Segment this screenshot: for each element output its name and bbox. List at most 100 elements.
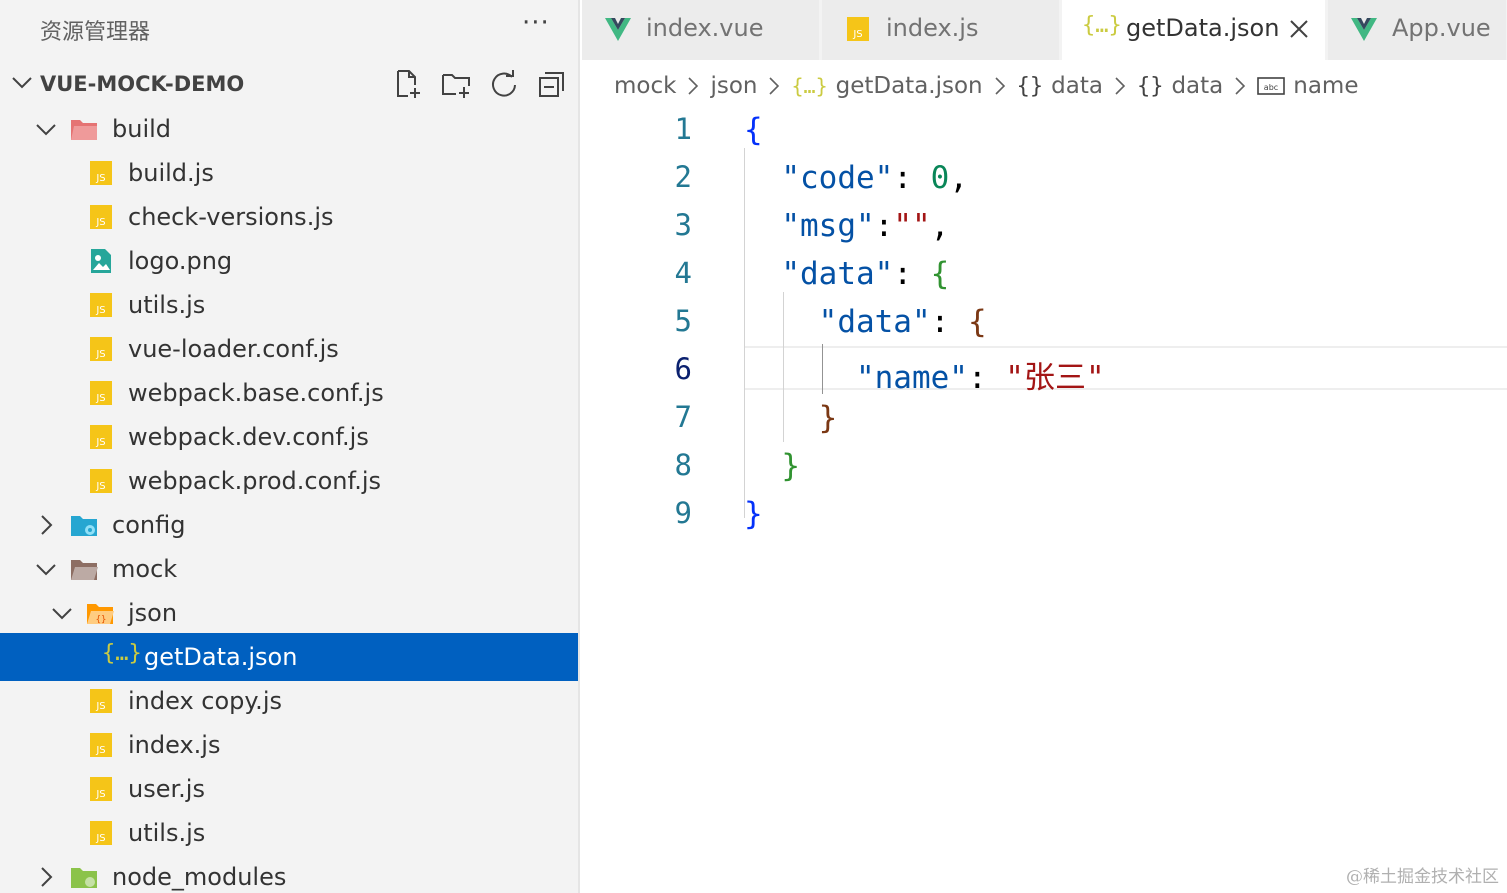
line-number: 8 <box>674 448 692 482</box>
code-line-8: } <box>744 448 800 484</box>
tree-file-utils-js[interactable]: JS utils.js <box>0 283 578 327</box>
js-file-icon: JS <box>90 337 112 361</box>
tree-file-index-copy-js[interactable]: JS index copy.js <box>0 679 578 723</box>
breadcrumb-item-name[interactable]: abc name <box>1257 73 1359 99</box>
js-icon: JS <box>847 17 869 41</box>
json-number: 0 <box>930 160 950 196</box>
chevron-down-icon <box>52 608 72 620</box>
svg-text:JS: JS <box>95 745 105 756</box>
tree-file-webpack-prod-conf-js[interactable]: JS webpack.prod.conf.js <box>0 459 578 503</box>
close-icon[interactable] <box>1288 18 1310 40</box>
explorer-header: 资源管理器 ··· <box>0 0 578 58</box>
tree-file-webpack-base-conf-js[interactable]: JS webpack.base.conf.js <box>0 371 578 415</box>
tree-folder-build[interactable]: build <box>0 107 578 151</box>
vue-icon <box>605 18 631 41</box>
chevron-down-icon <box>12 77 32 89</box>
code-line-5: "data": { <box>818 304 987 340</box>
line-number: 1 <box>674 112 692 146</box>
js-file-icon: JS <box>90 469 112 493</box>
brace: { <box>744 112 763 148</box>
brace: { <box>930 256 950 292</box>
brace: } <box>744 496 763 532</box>
breadcrumb-item-data[interactable]: {} data <box>1017 73 1103 99</box>
tree-file-logo-png[interactable]: logo.png <box>0 239 578 283</box>
tab-app-vue[interactable]: App.vue <box>1328 0 1507 60</box>
tab-label: App.vue <box>1392 14 1491 42</box>
code-editor[interactable]: 1 2 3 4 5 6 7 8 9 { "code": 0, "msg":"",… <box>582 106 1507 893</box>
more-actions-icon[interactable]: ··· <box>522 8 550 38</box>
svg-text:JS: JS <box>95 481 105 492</box>
tree-file-vue-loader-conf-js[interactable]: JS vue-loader.conf.js <box>0 327 578 371</box>
breadcrumb: mock json {…} getData.json {} data {} da… <box>614 68 1359 104</box>
code-line-6: "name": "张三" <box>855 360 1105 396</box>
tree-file-check-versions-js[interactable]: JS check-versions.js <box>0 195 578 239</box>
json-key: "msg" <box>781 208 875 244</box>
tree-item-label: webpack.dev.conf.js <box>128 423 369 451</box>
svg-text:abc: abc <box>1264 83 1278 92</box>
watermark: @稀土掘金技术社区 <box>1346 867 1499 887</box>
breadcrumb-item-json[interactable]: json <box>710 73 757 99</box>
svg-text:JS: JS <box>95 437 105 448</box>
breadcrumb-item-mock[interactable]: mock <box>614 73 676 99</box>
chevron-right-icon <box>41 515 53 535</box>
breadcrumb-label: data <box>1171 73 1224 99</box>
line-number: 3 <box>674 208 692 242</box>
line-number: 4 <box>674 256 692 290</box>
tree-file-getdata-json[interactable]: {…} getData.json <box>0 633 578 681</box>
tree-item-label: build.js <box>128 159 214 187</box>
breadcrumb-item-getdata-json[interactable]: {…} getData.json <box>791 73 982 99</box>
line-number: 5 <box>674 304 692 338</box>
json-string: "张三" <box>1005 360 1105 396</box>
tab-label: index.js <box>886 14 979 42</box>
object-icon: {} <box>1136 73 1164 99</box>
svg-text:JS: JS <box>95 305 105 316</box>
tree-folder-mock[interactable]: mock <box>0 547 578 591</box>
explorer-title: 资源管理器 <box>40 20 151 45</box>
svg-text:JS: JS <box>852 29 862 40</box>
js-file-icon: JS <box>90 777 112 801</box>
svg-text:{}: {} <box>96 615 107 625</box>
brace: { <box>967 304 987 340</box>
chevron-right-icon <box>1115 77 1126 95</box>
svg-text:JS: JS <box>95 349 105 360</box>
json-key: "data" <box>818 304 931 340</box>
tree-item-label: vue-loader.conf.js <box>128 335 339 363</box>
tree-file-index-js[interactable]: JS index.js <box>0 723 578 767</box>
js-file-icon: JS <box>90 293 112 317</box>
tree-folder-config[interactable]: config <box>0 503 578 547</box>
new-folder-icon[interactable] <box>440 68 472 100</box>
folder-open-icon <box>71 120 97 140</box>
tab-label: getData.json <box>1126 14 1280 42</box>
json-key: "name" <box>855 360 968 396</box>
new-file-icon[interactable] <box>392 68 424 100</box>
collapse-all-icon[interactable] <box>536 68 568 100</box>
project-name: VUE-MOCK-DEMO <box>40 72 245 96</box>
tree-folder-json[interactable]: {} json <box>0 591 578 635</box>
refresh-icon[interactable] <box>488 68 520 100</box>
tree-folder-node-modules[interactable]: node_modules <box>0 855 578 893</box>
folder-node-icon <box>71 868 97 888</box>
code-line-3: "msg":"", <box>781 208 950 244</box>
tree-file-utils-js-mock[interactable]: JS utils.js <box>0 811 578 855</box>
json-icon: {…} <box>1082 13 1122 38</box>
line-number: 2 <box>674 160 692 194</box>
breadcrumb-label: mock <box>614 73 677 99</box>
folder-open-icon <box>71 560 98 580</box>
breadcrumb-label: getData.json <box>835 73 983 99</box>
folder-json-icon: {} <box>87 604 114 625</box>
tree-item-label: index copy.js <box>128 687 282 715</box>
project-root[interactable]: VUE-MOCK-DEMO <box>0 62 578 106</box>
tree-file-user-js[interactable]: JS user.js <box>0 767 578 811</box>
chevron-right-icon <box>688 77 699 95</box>
js-file-icon: JS <box>90 425 112 449</box>
tab-getdata-json[interactable]: {…} getData.json <box>1062 0 1326 60</box>
svg-text:JS: JS <box>95 393 105 404</box>
breadcrumb-item-data-inner[interactable]: {} data <box>1137 73 1223 99</box>
json-key: "data" <box>781 256 894 292</box>
tab-index-js[interactable]: JS index.js <box>822 0 1060 60</box>
tree-file-build-js[interactable]: JS build.js <box>0 151 578 195</box>
code-line-4: "data": { <box>781 256 950 292</box>
tree-file-webpack-dev-conf-js[interactable]: JS webpack.dev.conf.js <box>0 415 578 459</box>
tab-index-vue[interactable]: index.vue <box>582 0 820 60</box>
line-number: 7 <box>674 400 692 434</box>
